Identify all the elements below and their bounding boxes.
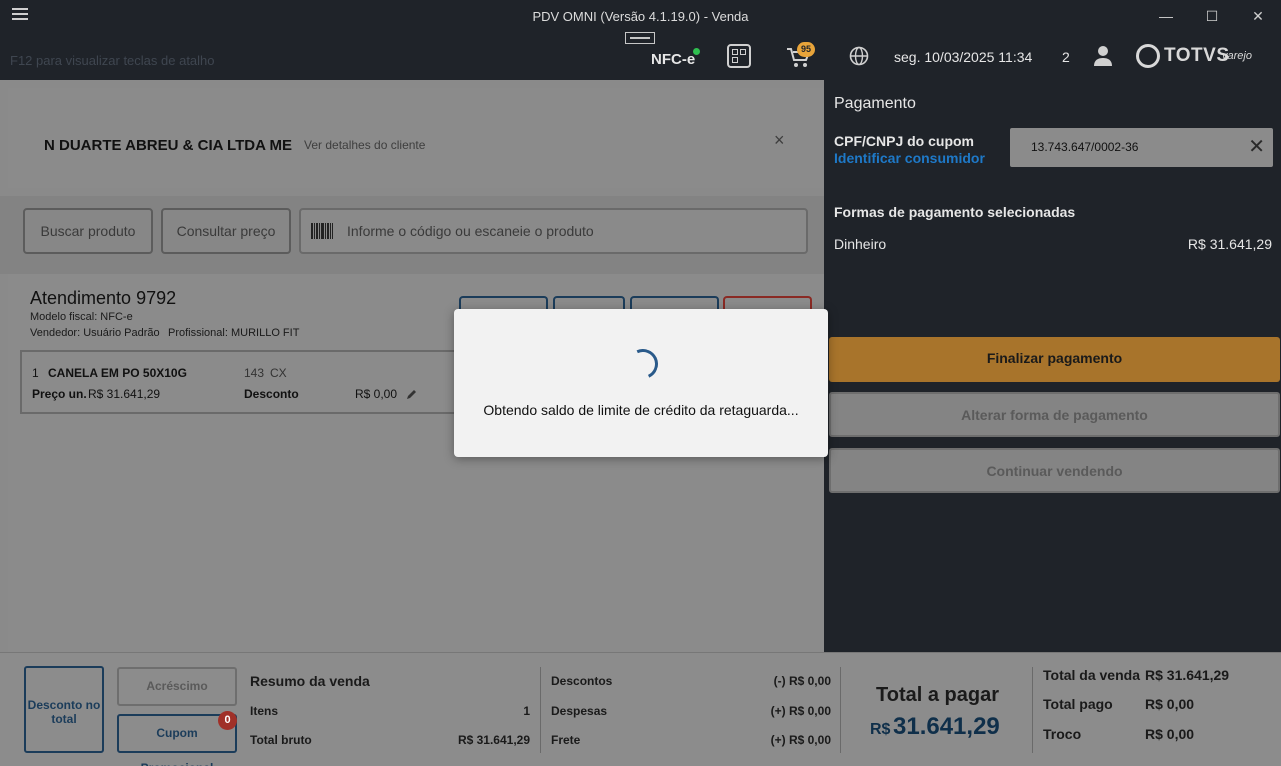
- product-search-row: Buscar produto Consultar preço Informe o…: [0, 196, 824, 274]
- divider: [840, 667, 841, 753]
- total-to-pay-label: Total a pagar: [876, 684, 999, 706]
- remove-customer-icon[interactable]: ×: [774, 130, 785, 151]
- payment-method-amount: R$ 31.641,29: [1187, 236, 1272, 252]
- freight-label: Frete: [551, 733, 581, 747]
- fiscal-model: Modelo fiscal: NFC-e: [30, 311, 133, 323]
- change-value: R$ 0,00: [1145, 726, 1195, 742]
- barcode-icon: [311, 223, 333, 239]
- maximize-icon[interactable]: ☐: [1195, 4, 1229, 28]
- summary-title: Resumo da venda: [250, 673, 370, 689]
- item-price: R$ 31.641,29: [88, 387, 161, 401]
- user-icon[interactable]: [1093, 45, 1113, 67]
- payment-panel: Pagamento CPF/CNPJ do cupom Identificar …: [824, 80, 1281, 652]
- brand-sub: varejo: [1222, 50, 1252, 62]
- cpf-field[interactable]: 13.743.647/0002-36 ✕: [1010, 128, 1273, 167]
- sale-summary-footer: Desconto no total Acréscimo Cupom Promoc…: [0, 652, 1281, 766]
- close-window-icon[interactable]: ✕: [1241, 4, 1275, 28]
- expenses-label: Despesas: [551, 704, 608, 718]
- payment-title: Pagamento: [834, 95, 916, 112]
- window-title: PDV OMNI (Versão 4.1.19.0) - Venda: [532, 9, 749, 24]
- brand-name: TOTVS: [1164, 45, 1230, 66]
- totvs-logo-icon: [1136, 44, 1160, 68]
- check-price-button[interactable]: Consultar preço: [161, 208, 291, 254]
- item-unit: CX: [270, 366, 287, 380]
- loading-dialog: Obtendo saldo de limite de crédito da re…: [454, 309, 828, 457]
- discounts-label: Descontos: [551, 674, 613, 688]
- discounts-value: (-) R$ 0,00: [773, 674, 831, 688]
- attendance-title: Atendimento 9792: [30, 288, 177, 308]
- paid-total-label: Total pago: [1043, 696, 1113, 712]
- globe-icon[interactable]: [849, 46, 869, 66]
- change-label: Troco: [1043, 726, 1082, 742]
- total-to-pay-value: 31.641,29: [893, 713, 1000, 740]
- customer-details-link[interactable]: Ver detalhes do cliente: [304, 138, 425, 152]
- item-qty: 143: [244, 366, 265, 380]
- continue-selling-button[interactable]: Continuar vendendo: [829, 448, 1280, 493]
- printer-icon: [625, 32, 655, 44]
- sale-total-label: Total da venda: [1043, 667, 1140, 683]
- payment-method-name: Dinheiro: [834, 236, 887, 252]
- change-payment-button[interactable]: Alterar forma de pagamento: [829, 392, 1280, 437]
- loading-spinner-icon: [623, 344, 663, 384]
- surcharge-button[interactable]: Acréscimo: [117, 667, 237, 706]
- customer-card: N DUARTE ABREU & CIA LTDA ME Ver detalhe…: [8, 88, 824, 188]
- payment-forms-title: Formas de pagamento selecionadas: [834, 204, 1076, 220]
- gross-total-label: Total bruto: [250, 733, 312, 747]
- seller: Vendedor: Usuário Padrão: [30, 327, 160, 339]
- gross-total-value: R$ 31.641,29: [457, 733, 530, 747]
- nfce-status-dot: [693, 48, 700, 55]
- item-discount: R$ 0,00: [355, 387, 398, 401]
- divider: [1032, 667, 1033, 753]
- user-count: 2: [1062, 49, 1070, 65]
- qr-code-icon[interactable]: [727, 44, 751, 68]
- discount-total-button[interactable]: Desconto no total: [24, 666, 104, 753]
- item-name: CANELA EM PO 50X10G: [48, 366, 187, 380]
- product-input-placeholder: Informe o código ou escaneie o produto: [347, 223, 594, 239]
- shortcut-hint: F12 para visualizar teclas de atalho: [10, 53, 215, 68]
- nfce-status[interactable]: NFC-e: [651, 51, 695, 68]
- cart-badge: 95: [797, 42, 815, 57]
- list-item[interactable]: 1 CANELA EM PO 50X10G 143 CX Preço un. R…: [20, 350, 460, 414]
- datetime: seg. 10/03/2025 11:34: [894, 49, 1033, 65]
- item-discount-label: Desconto: [244, 387, 299, 401]
- edit-pencil-icon[interactable]: [406, 388, 418, 400]
- identify-consumer-link[interactable]: Identificar consumidor: [834, 150, 985, 166]
- cpf-label: CPF/CNPJ do cupom: [834, 133, 975, 149]
- total-currency: R$: [870, 721, 891, 738]
- item-index: 1: [32, 366, 39, 380]
- minimize-icon[interactable]: —: [1149, 4, 1183, 28]
- search-product-button[interactable]: Buscar produto: [23, 208, 153, 254]
- cpf-value: 13.743.647/0002-36: [1031, 140, 1139, 154]
- customer-name: N DUARTE ABREU & CIA LTDA ME: [44, 137, 293, 154]
- professional: Profissional: MURILLO FIT: [168, 327, 300, 339]
- items-label: Itens: [250, 704, 279, 718]
- clear-cpf-icon[interactable]: ✕: [1248, 134, 1265, 159]
- expenses-value: (+) R$ 0,00: [770, 704, 831, 718]
- divider: [540, 667, 541, 753]
- freight-value: (+) R$ 0,00: [770, 733, 831, 747]
- loading-message: Obtendo saldo de limite de crédito da re…: [483, 402, 799, 418]
- app-header: F12 para visualizar teclas de atalho NFC…: [0, 32, 1281, 80]
- coupon-count-badge: 0: [218, 711, 237, 730]
- finalize-payment-button[interactable]: Finalizar pagamento: [829, 337, 1280, 382]
- sale-total-value: R$ 31.641,29: [1145, 667, 1230, 683]
- items-value: 1: [523, 704, 530, 718]
- item-price-label: Preço un.: [32, 387, 87, 401]
- paid-total-value: R$ 0,00: [1145, 696, 1195, 712]
- title-bar: PDV OMNI (Versão 4.1.19.0) - Venda — ☐ ✕: [0, 0, 1281, 32]
- product-code-input[interactable]: Informe o código ou escaneie o produto: [299, 208, 808, 254]
